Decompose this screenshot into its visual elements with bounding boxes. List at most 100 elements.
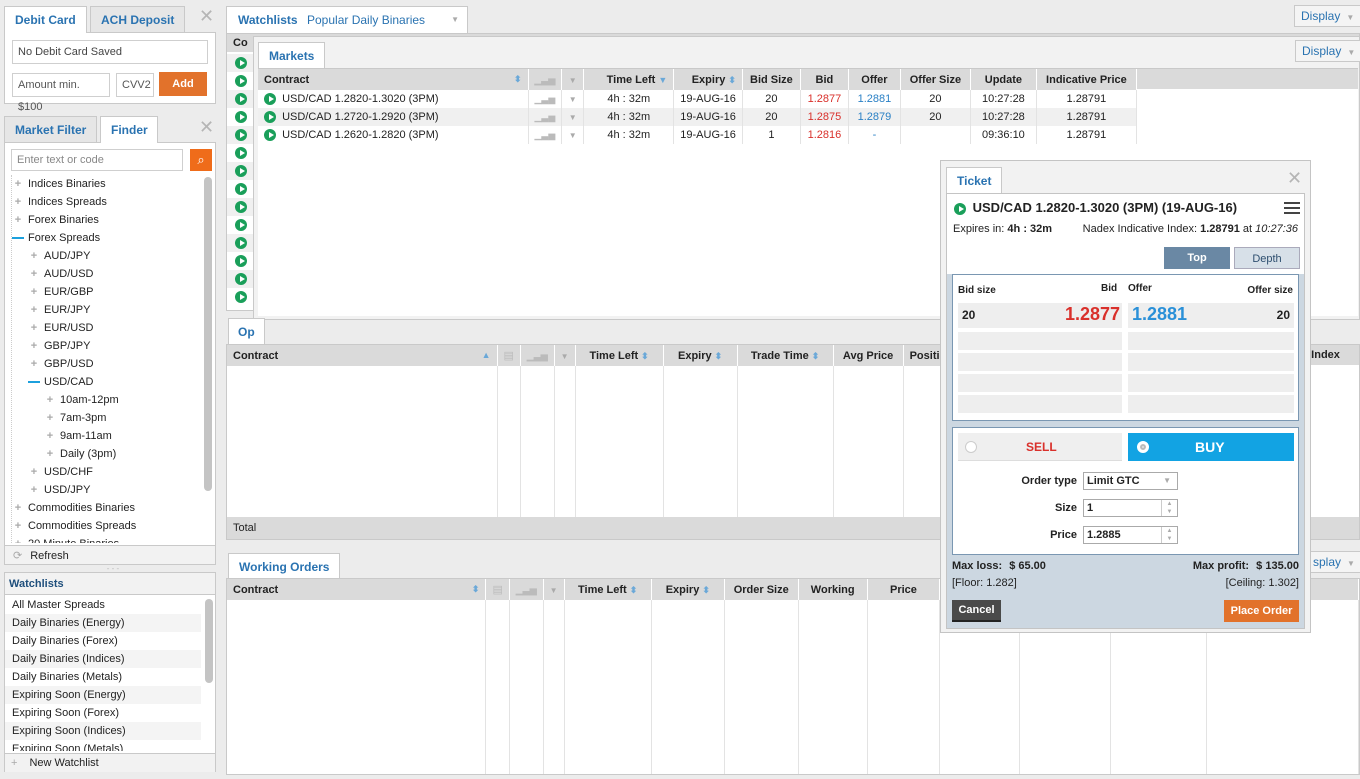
watchlist-row[interactable] xyxy=(227,252,255,270)
watchlist-row[interactable] xyxy=(227,198,255,216)
tree-item[interactable]: + Forex Binaries xyxy=(12,211,99,229)
tree-item[interactable]: +10am-12pm xyxy=(12,391,119,409)
buy-button[interactable]: BUY xyxy=(1128,433,1294,461)
close-icon[interactable]: ✕ xyxy=(199,7,214,25)
tab-working-orders[interactable]: Working Orders xyxy=(228,553,341,580)
tab-top[interactable]: Top xyxy=(1164,247,1230,269)
price-input[interactable]: 1.2885 ▲ ▼ xyxy=(1083,526,1178,544)
amount-input[interactable]: Amount min. $100 xyxy=(12,73,110,113)
bars-icon[interactable]: ▁▃▅ xyxy=(535,130,556,140)
expand-icon[interactable]: + xyxy=(12,211,24,229)
offer-price[interactable]: 1.2879 xyxy=(848,108,901,126)
offer-price[interactable]: 1.2881 xyxy=(848,90,901,108)
collapse-icon[interactable] xyxy=(12,237,24,240)
col-expiry[interactable]: Expiry ⬍ xyxy=(651,579,725,600)
col-menu[interactable]: ▼ xyxy=(561,69,585,90)
watchlist-row[interactable] xyxy=(227,270,255,288)
tab-watchlists[interactable]: Watchlists Popular Daily Binaries ▼ xyxy=(226,6,468,33)
col-icon-a[interactable]: ▤ xyxy=(497,345,521,366)
col-contract[interactable]: Contract ⬍ xyxy=(258,69,529,90)
tab-market-filter[interactable]: Market Filter xyxy=(4,116,98,143)
bid-price[interactable]: 1.2877 xyxy=(800,90,849,108)
col-time-left[interactable]: Time Left ⬍ xyxy=(575,345,664,366)
expand-icon[interactable]: + xyxy=(44,409,56,427)
bars-icon[interactable]: ▁▃▅ xyxy=(535,94,556,104)
refresh-button[interactable]: ⟳ Refresh xyxy=(4,545,216,565)
tree-item[interactable]: + Daily (3pm) xyxy=(12,445,116,463)
play-icon[interactable] xyxy=(235,93,247,106)
tab-ticket[interactable]: Ticket xyxy=(946,167,1003,194)
watchlist-item[interactable]: Daily Binaries (Metals) xyxy=(5,668,201,686)
tree-item[interactable]: +9am-11am xyxy=(12,427,112,445)
tree-item[interactable]: + AUD/JPY xyxy=(12,247,91,265)
contract-name[interactable]: USD/CAD 1.2720-1.2920 (3PM) xyxy=(282,111,439,123)
col-bid-size[interactable]: Bid Size xyxy=(742,69,801,90)
tree-item[interactable]: + GBP/JPY xyxy=(12,337,91,355)
col-time-left[interactable]: Time Left ⬍ xyxy=(564,579,652,600)
tree-item[interactable]: + Commodities Spreads xyxy=(12,517,136,535)
expand-icon[interactable]: + xyxy=(12,517,24,535)
watchlist-item[interactable]: Expiring Soon (Metals) xyxy=(5,740,201,751)
watchlist-item[interactable]: Expiring Soon (Energy) xyxy=(5,686,201,704)
watchlist-scrollbar[interactable] xyxy=(205,599,213,683)
resize-handle[interactable]: - - - xyxy=(101,564,125,573)
play-icon[interactable] xyxy=(235,183,247,196)
watchlist-row[interactable] xyxy=(227,90,255,108)
tree-item[interactable]: Forex Spreads xyxy=(12,229,100,247)
sell-button[interactable]: SELL xyxy=(958,433,1122,461)
play-icon[interactable] xyxy=(235,273,247,286)
col-bars[interactable]: ▁▃▅ xyxy=(520,345,555,366)
expand-icon[interactable]: + xyxy=(28,355,40,373)
cvv-input[interactable]: CVV2 xyxy=(116,73,154,97)
play-icon[interactable] xyxy=(235,111,247,124)
expand-icon[interactable]: + xyxy=(28,337,40,355)
play-icon[interactable] xyxy=(264,129,276,142)
close-icon[interactable]: ✕ xyxy=(199,118,214,136)
col-menu[interactable]: ▼ xyxy=(554,345,576,366)
new-watchlist-button[interactable]: + New Watchlist xyxy=(5,753,215,772)
tree-item[interactable]: +20 Minute Binaries xyxy=(12,535,119,543)
bid-cell[interactable]: 20 1.2877 xyxy=(958,303,1122,328)
offer-cell[interactable]: 1.2881 20 xyxy=(1128,303,1294,328)
expand-icon[interactable]: + xyxy=(28,247,40,265)
expand-icon[interactable]: + xyxy=(28,481,40,499)
watchlist-row[interactable] xyxy=(227,288,255,306)
collapse-icon[interactable] xyxy=(28,381,40,384)
col-expiry[interactable]: Expiry ⬍ xyxy=(663,345,738,366)
play-icon[interactable] xyxy=(235,165,247,178)
col-bid[interactable]: Bid xyxy=(800,69,849,90)
play-icon[interactable] xyxy=(235,57,247,70)
expand-icon[interactable]: + xyxy=(12,535,24,543)
col-update[interactable]: Update xyxy=(970,69,1037,90)
watchlist-row[interactable] xyxy=(227,234,255,252)
col-contract[interactable]: Contract ⬍ xyxy=(227,579,487,600)
tab-depth[interactable]: Depth xyxy=(1234,247,1300,269)
play-icon[interactable] xyxy=(235,147,247,160)
watchlist-row[interactable] xyxy=(227,162,255,180)
bid-price[interactable]: 1.2875 xyxy=(800,108,849,126)
price-stepper[interactable]: ▲ ▼ xyxy=(1161,527,1177,543)
col-trade-time[interactable]: Trade Time ⬍ xyxy=(737,345,834,366)
expand-icon[interactable]: + xyxy=(28,463,40,481)
tab-open-positions[interactable]: Op xyxy=(228,318,265,345)
col-price[interactable]: Price xyxy=(867,579,941,600)
watchlist-item[interactable]: Expiring Soon (Forex) xyxy=(5,704,201,722)
tab-markets[interactable]: Markets xyxy=(258,42,326,69)
tab-ach-deposit[interactable]: ACH Deposit xyxy=(90,6,186,33)
col-working[interactable]: Working xyxy=(798,579,868,600)
expand-icon[interactable]: + xyxy=(28,265,40,283)
watchlist-row[interactable] xyxy=(227,180,255,198)
play-icon[interactable] xyxy=(235,255,247,268)
col-time-left[interactable]: Time Left ▼ xyxy=(583,69,675,90)
contract-name[interactable]: USD/CAD 1.2620-1.2820 (3PM) xyxy=(282,129,439,141)
finder-search-input[interactable]: Enter text or code xyxy=(11,149,183,171)
tree-item[interactable]: + AUD/USD xyxy=(12,265,94,283)
bars-icon[interactable]: ▁▃▅ xyxy=(535,112,556,122)
col-indicative-price[interactable]: Indicative Price xyxy=(1036,69,1137,90)
play-icon[interactable] xyxy=(264,93,276,106)
col-order-size[interactable]: Order Size xyxy=(724,579,799,600)
expand-icon[interactable]: + xyxy=(12,175,24,193)
place-order-button[interactable]: Place Order xyxy=(1224,600,1299,622)
play-icon[interactable] xyxy=(235,237,247,250)
cancel-button[interactable]: Cancel xyxy=(952,600,1001,622)
